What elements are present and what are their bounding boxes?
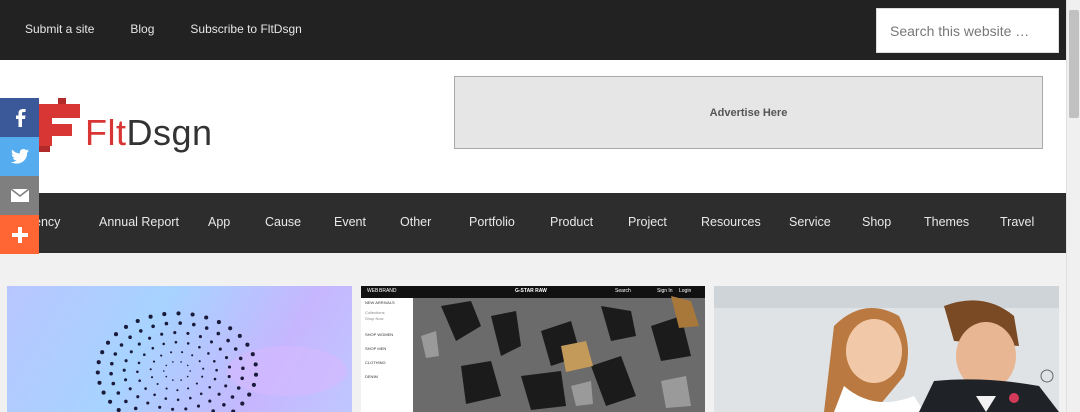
plus-icon bbox=[11, 226, 28, 243]
facebook-share-button[interactable] bbox=[0, 98, 39, 137]
gstar-side-4: SHOP WOMEN bbox=[365, 332, 394, 337]
advertise-banner[interactable]: Advertise Here bbox=[454, 76, 1043, 149]
top-bar: Submit a site Blog Subscribe to FltDsgn bbox=[0, 0, 1066, 60]
nav-item-annual-report[interactable]: Annual Report bbox=[99, 215, 179, 229]
nav-item-portfolio[interactable]: Portfolio bbox=[469, 215, 515, 229]
nav-item-cause[interactable]: Cause bbox=[265, 215, 301, 229]
site-header: FltDsgn Advertise Here bbox=[0, 60, 1066, 193]
category-nav: ency Annual Report App Cause Event Other… bbox=[0, 193, 1066, 253]
gstar-menu-brand: BRAND bbox=[379, 288, 397, 294]
wedding-photo-image bbox=[714, 286, 1059, 412]
nav-item-other[interactable]: Other bbox=[400, 215, 431, 229]
gstar-side-1: NEW ARRIVALS bbox=[365, 300, 395, 305]
facebook-icon bbox=[15, 108, 26, 127]
gstar-signin: Sign In bbox=[657, 288, 673, 294]
share-bar bbox=[0, 98, 39, 254]
nav-item-resources[interactable]: Resources bbox=[701, 215, 761, 229]
search-input[interactable] bbox=[890, 22, 1045, 39]
email-share-button[interactable] bbox=[0, 176, 39, 215]
gstar-side-3: Shop Now bbox=[365, 316, 384, 321]
gstar-side-6: CLOTHING bbox=[365, 360, 386, 365]
site-logo[interactable]: FltDsgn bbox=[30, 98, 230, 158]
twitter-icon bbox=[10, 149, 29, 164]
nav-item-themes[interactable]: Themes bbox=[924, 215, 969, 229]
gstar-search: Search bbox=[615, 288, 631, 294]
blog-link[interactable]: Blog bbox=[130, 22, 154, 36]
nav-item-travel[interactable]: Travel bbox=[1000, 215, 1034, 229]
showcase-thumbnail-1[interactable] bbox=[7, 286, 352, 412]
logo-text: FltDsgn bbox=[85, 112, 213, 153]
gstar-site-image bbox=[361, 286, 705, 412]
search-box[interactable] bbox=[876, 8, 1059, 53]
page-scrollbar[interactable] bbox=[1066, 0, 1080, 412]
gstar-side-2: Collections bbox=[365, 310, 385, 315]
submit-site-link[interactable]: Submit a site bbox=[25, 22, 94, 36]
dotted-spiral-image bbox=[95, 311, 347, 412]
scrollbar-thumb[interactable] bbox=[1069, 10, 1079, 118]
showcase-thumbnail-2[interactable]: WEB BRAND G-STAR RAW Search Sign In Logi… bbox=[361, 286, 705, 412]
subscribe-link[interactable]: Subscribe to FltDsgn bbox=[190, 22, 301, 36]
nav-item-project[interactable]: Project bbox=[628, 215, 667, 229]
gstar-brand: G-STAR RAW bbox=[515, 288, 547, 294]
more-share-button[interactable] bbox=[0, 215, 39, 254]
gstar-login: Login bbox=[679, 288, 692, 294]
showcase-thumbnail-3[interactable] bbox=[714, 286, 1059, 412]
nav-item-app[interactable]: App bbox=[208, 215, 230, 229]
twitter-share-button[interactable] bbox=[0, 137, 39, 176]
nav-item-event[interactable]: Event bbox=[334, 215, 366, 229]
email-icon bbox=[10, 189, 29, 202]
gstar-side-5: SHOP MEN bbox=[365, 346, 387, 351]
nav-item-product[interactable]: Product bbox=[550, 215, 593, 229]
top-nav: Submit a site Blog Subscribe to FltDsgn bbox=[25, 22, 338, 36]
nav-item-service[interactable]: Service bbox=[789, 215, 831, 229]
gstar-side-7: DENIM bbox=[365, 374, 378, 379]
logo-mark-icon bbox=[30, 98, 80, 152]
gstar-menu-web: WEB bbox=[367, 288, 379, 294]
nav-item-shop[interactable]: Shop bbox=[862, 215, 891, 229]
